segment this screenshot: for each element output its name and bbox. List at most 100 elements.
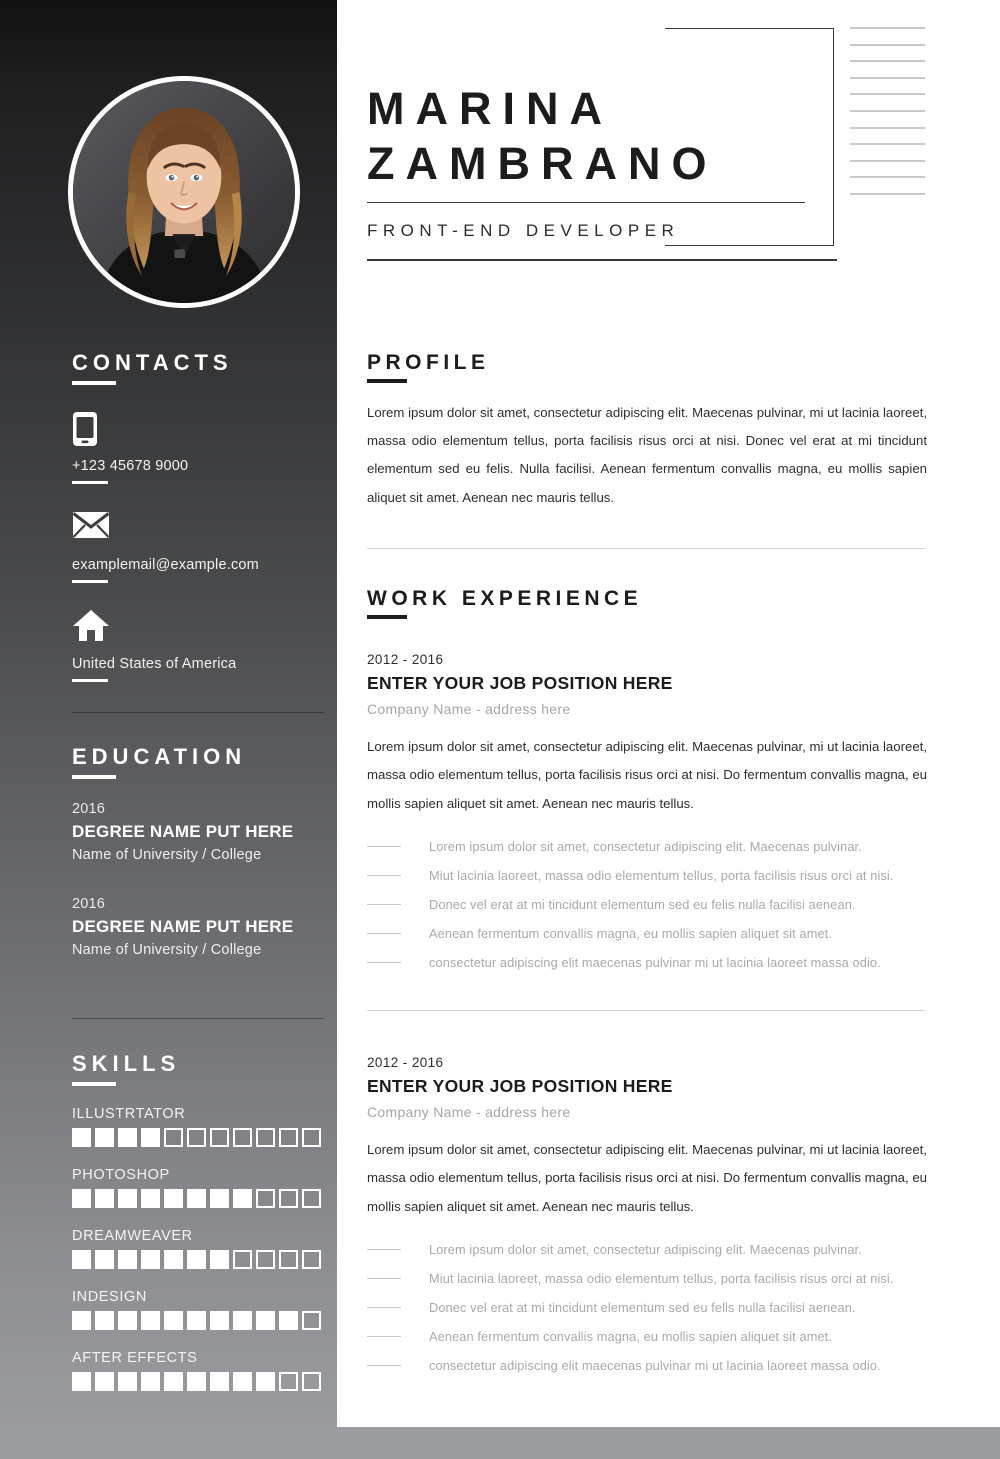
skill-item: DREAMWEAVER <box>72 1228 324 1269</box>
skill-square-empty <box>279 1189 298 1208</box>
skill-square-filled <box>141 1372 160 1391</box>
bullet-item: consectetur adipiscing elit maecenas pul… <box>367 1351 927 1380</box>
skill-square-filled <box>210 1250 229 1269</box>
skill-square-empty <box>256 1128 275 1147</box>
bullet-dash-icon <box>367 874 401 877</box>
skill-square-filled <box>141 1128 160 1147</box>
title-underline <box>367 259 837 261</box>
profile-section: PROFILE Lorem ipsum dolor sit amet, cons… <box>367 352 927 512</box>
skill-square-filled <box>210 1372 229 1391</box>
contact-underline <box>72 679 108 682</box>
bullet-item: Lorem ipsum dolor sit amet, consectetur … <box>367 832 927 861</box>
skill-square-empty <box>233 1250 252 1269</box>
skill-square-filled <box>118 1372 137 1391</box>
skill-square-filled <box>118 1250 137 1269</box>
education-item: 2016 DEGREE NAME PUT HERE Name of Univer… <box>72 896 324 958</box>
contact-item-email[interactable]: examplemail@example.com <box>72 510 324 583</box>
section-divider-2 <box>367 1010 925 1011</box>
skill-square-empty <box>164 1128 183 1147</box>
skill-square-empty <box>279 1250 298 1269</box>
bullet-dash-icon <box>367 1306 401 1309</box>
skill-square-filled <box>72 1372 91 1391</box>
section-divider-1 <box>367 548 925 549</box>
bullet-dash-icon <box>367 932 401 935</box>
skill-square-filled <box>233 1189 252 1208</box>
education-degree: DEGREE NAME PUT HERE <box>72 822 294 841</box>
bullet-dash-icon <box>367 961 401 964</box>
skill-square-empty <box>279 1128 298 1147</box>
education-heading: EDUCATION <box>72 744 247 769</box>
location-text: United States of America <box>72 656 237 672</box>
bullet-text: Donec vel erat at mi tincidunt elementum… <box>429 1300 856 1316</box>
phone-number: +123 45678 9000 <box>72 458 189 474</box>
job-company: Company Name - address here <box>367 1104 571 1120</box>
skills-list: ILLUSTRTATOR PHOTOSHOP DREAMWEAVER INDESIGN… <box>72 1106 324 1391</box>
decorative-line <box>850 143 925 146</box>
skill-square-filled <box>95 1128 114 1147</box>
bullet-item: Aenean fermentum convallis magna, eu mol… <box>367 1322 927 1351</box>
sidebar-divider-2 <box>72 1018 324 1019</box>
skill-square-filled <box>141 1189 160 1208</box>
bullet-item: Donec vel erat at mi tincidunt elementum… <box>367 1293 927 1322</box>
bullet-dash-icon <box>367 1364 401 1367</box>
job-description: Lorem ipsum dolor sit amet, consectetur … <box>367 739 927 811</box>
skill-square-empty <box>302 1250 321 1269</box>
bullet-item: Miut lacinia laoreet, massa odio element… <box>367 861 927 890</box>
contact-item-location[interactable]: United States of America <box>72 609 324 682</box>
skill-rating <box>72 1372 324 1391</box>
skill-name: INDESIGN <box>72 1289 147 1305</box>
bullet-text: Donec vel erat at mi tincidunt elementum… <box>429 897 856 913</box>
heading-underline <box>72 1082 116 1086</box>
skill-square-empty <box>233 1128 252 1147</box>
skill-square-filled <box>187 1250 206 1269</box>
email-icon <box>72 510 324 548</box>
bullet-item: Lorem ipsum dolor sit amet, consectetur … <box>367 1235 927 1264</box>
bullet-text: Miut lacinia laoreet, massa odio element… <box>429 1271 894 1287</box>
bullet-item: Aenean fermentum convallis magna, eu mol… <box>367 919 927 948</box>
skill-square-empty <box>302 1372 321 1391</box>
education-item: 2016 DEGREE NAME PUT HERE Name of Univer… <box>72 801 324 863</box>
skill-item: INDESIGN <box>72 1289 324 1330</box>
avatar <box>68 76 300 308</box>
job-years: 2012 - 2016 <box>367 652 444 667</box>
home-icon <box>72 609 324 647</box>
bullet-text: Aenean fermentum convallis magna, eu mol… <box>429 926 832 942</box>
skill-square-empty <box>210 1128 229 1147</box>
phone-icon <box>72 411 324 449</box>
skill-square-empty <box>256 1250 275 1269</box>
decorative-line <box>850 192 925 195</box>
bullet-text: Aenean fermentum convallis magna, eu mol… <box>429 1329 832 1345</box>
skill-square-filled <box>95 1311 114 1330</box>
bullet-text: Lorem ipsum dolor sit amet, consectetur … <box>429 1242 862 1258</box>
last-name: ZAMBRANO <box>367 137 718 189</box>
skill-item: ILLUSTRTATOR <box>72 1106 324 1147</box>
decorative-line <box>850 109 925 112</box>
skill-square-filled <box>72 1189 91 1208</box>
job-description: Lorem ipsum dolor sit amet, consectetur … <box>367 1142 927 1214</box>
portrait-photo-svg <box>73 81 295 303</box>
bullet-text: Miut lacinia laoreet, massa odio element… <box>429 868 894 884</box>
bullet-item: consectetur adipiscing elit maecenas pul… <box>367 948 927 977</box>
skill-square-empty <box>279 1372 298 1391</box>
skill-square-filled <box>164 1372 183 1391</box>
skill-square-filled <box>233 1372 252 1391</box>
work-experience-heading: WORK EXPERIENCE <box>367 587 643 610</box>
skill-square-filled <box>233 1311 252 1330</box>
skill-square-filled <box>95 1250 114 1269</box>
bullet-dash-icon <box>367 903 401 906</box>
skill-name: PHOTOSHOP <box>72 1167 170 1183</box>
education-section: EDUCATION 2016 DEGREE NAME PUT HERE Name… <box>72 746 324 958</box>
skill-item: PHOTOSHOP <box>72 1167 324 1208</box>
skill-square-filled <box>141 1250 160 1269</box>
job-company: Company Name - address here <box>367 701 571 717</box>
skill-square-filled <box>187 1311 206 1330</box>
skill-square-filled <box>72 1128 91 1147</box>
skill-square-filled <box>118 1128 137 1147</box>
main-content: MARINA ZAMBRANO FRONT-END DEVELOPER PROF… <box>337 0 1000 1427</box>
contact-item-phone[interactable]: +123 45678 9000 <box>72 411 324 484</box>
job-years: 2012 - 2016 <box>367 1055 444 1070</box>
job-bullet-list: Lorem ipsum dolor sit amet, consectetur … <box>367 1235 927 1380</box>
education-degree: DEGREE NAME PUT HERE <box>72 917 294 936</box>
decorative-line <box>850 43 925 46</box>
job-bullet-list: Lorem ipsum dolor sit amet, consectetur … <box>367 832 927 977</box>
